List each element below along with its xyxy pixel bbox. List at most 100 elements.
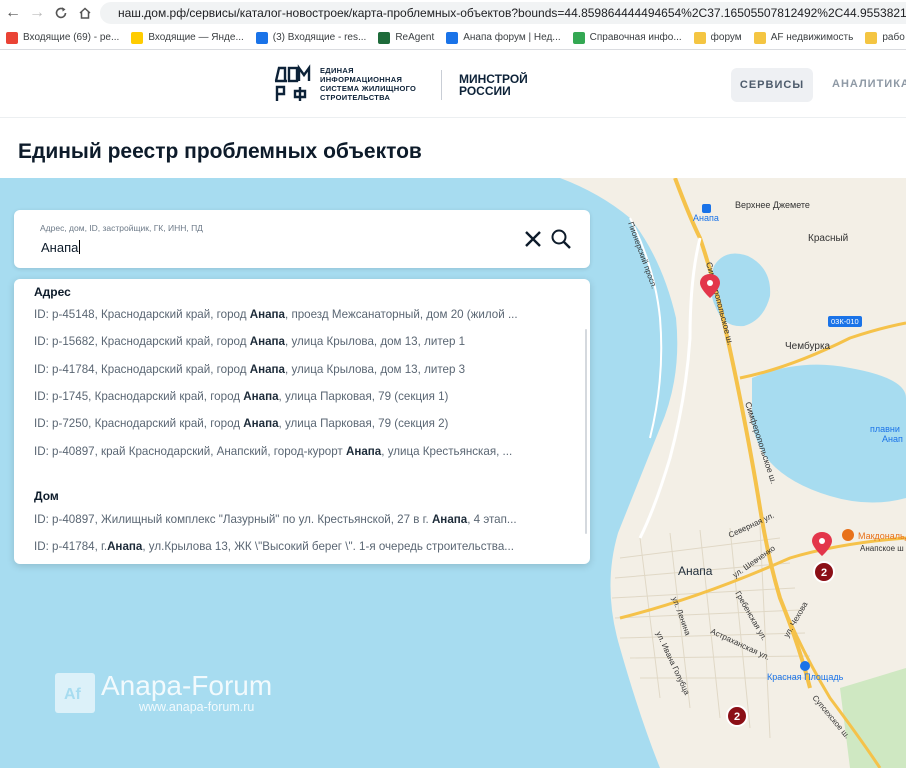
folder-icon bbox=[753, 31, 766, 44]
map-label: Чембурка bbox=[785, 340, 831, 352]
watermark-subtitle: www.anapa-forum.ru bbox=[139, 700, 255, 714]
search-box[interactable]: Адрес, дом, ID, застройщик, ГК, ИНН, ПД … bbox=[14, 210, 590, 268]
map-label: Анапское ш bbox=[860, 544, 904, 553]
suggestions-dropdown: Адрес Дом ID: p-45148, Краснодарский кра… bbox=[14, 279, 590, 564]
ministry-logo: МИНСТРОЙ РОССИИ bbox=[459, 73, 528, 97]
map-label: Анапа bbox=[678, 564, 713, 578]
map-label: Макдональд bbox=[858, 531, 906, 541]
scrollbar[interactable] bbox=[585, 329, 587, 534]
ministry-line: РОССИИ bbox=[459, 84, 511, 98]
poi-icon[interactable] bbox=[800, 661, 810, 671]
address-bar[interactable]: наш.дом.рф/сервисы/каталог-новостроек/ка… bbox=[100, 2, 906, 24]
dom-rf-logo[interactable] bbox=[274, 64, 312, 104]
suggestion-text: ID: p-40897, Жилищный комплекс "Лазурный… bbox=[34, 513, 432, 526]
search-input[interactable]: Анапа bbox=[41, 240, 81, 255]
bookmark-label: форум bbox=[710, 32, 742, 43]
bookmarks-bar: Входящие (69) - ре... Входящие — Янде... (… bbox=[0, 26, 906, 50]
bookmark-item[interactable]: Справочная инфо... bbox=[572, 31, 682, 44]
logo-line: СТРОИТЕЛЬСТВА bbox=[320, 93, 391, 102]
bookmark-item[interactable]: форум bbox=[693, 31, 742, 44]
close-icon[interactable] bbox=[523, 229, 543, 249]
suggestion-item[interactable]: ID: p-15682, Краснодарский край, город А… bbox=[34, 335, 564, 348]
browser-toolbar: ← → наш.дом.рф/сервисы/каталог-новострое… bbox=[0, 0, 906, 26]
suggestion-text: , ул.Крылова 13, ЖК \"Высокий берег \". … bbox=[142, 540, 514, 554]
bookmark-item[interactable]: Анапа форум | Нед... bbox=[446, 31, 561, 44]
suggestion-text: , улица Крылова, дом 13, литер 1 bbox=[285, 335, 466, 349]
forward-button[interactable]: → bbox=[26, 2, 48, 24]
logo-line: СИСТЕМА ЖИЛИЩНОГО bbox=[320, 84, 417, 93]
suggestion-match: Анапа bbox=[243, 417, 279, 431]
folder-icon bbox=[693, 31, 706, 44]
search-icon[interactable] bbox=[550, 228, 572, 250]
map-label: Анап bbox=[882, 434, 903, 444]
suggestion-text: ID: p-45148, Краснодарский край, город bbox=[34, 308, 250, 321]
suggestion-item[interactable]: ID: p-1745, Краснодарский край, город Ан… bbox=[34, 390, 564, 403]
watermark-logo-text: Af bbox=[64, 686, 82, 703]
house-heading: Дом bbox=[34, 489, 59, 503]
search-value: Анапа bbox=[41, 240, 79, 255]
suggestion-text: ID: p-1745, Краснодарский край, город bbox=[34, 389, 244, 403]
suggestion-match: Анапа bbox=[249, 335, 285, 349]
screen: ← → наш.дом.рф/сервисы/каталог-новострое… bbox=[0, 0, 906, 768]
analytics-link[interactable]: АНАЛИТИКА bbox=[832, 78, 906, 90]
watermark-title: Anapa-Forum bbox=[101, 670, 273, 701]
suggestion-match: Анапа bbox=[345, 444, 382, 458]
folder-icon bbox=[865, 31, 878, 44]
outlook-icon bbox=[255, 31, 268, 44]
bookmark-item[interactable]: AF недвижимость bbox=[753, 31, 853, 44]
text-caret bbox=[79, 240, 81, 254]
reload-button[interactable] bbox=[50, 2, 72, 24]
bookmark-label: (3) Входящие - res... bbox=[272, 32, 367, 43]
arrow-left-icon: ← bbox=[5, 4, 21, 21]
logo-line: ИНФОРМАЦИОННАЯ bbox=[320, 75, 403, 84]
bookmark-item[interactable]: (3) Входящие - res... bbox=[255, 31, 367, 44]
cluster-marker[interactable]: 2 bbox=[813, 561, 835, 583]
suggestion-text: ID: p-41784, г. bbox=[34, 540, 108, 554]
bookmark-label: ReAgent bbox=[395, 32, 435, 43]
mail-icon bbox=[131, 31, 144, 44]
site-header: ЕДИНАЯ ИНФОРМАЦИОННАЯ СИСТЕМА ЖИЛИЩНОГО … bbox=[0, 50, 906, 118]
map-label: плавни bbox=[870, 424, 900, 434]
suggestion-match: Анапа bbox=[243, 389, 279, 403]
bookmark-label: Анапа форум | Нед... bbox=[463, 32, 561, 43]
suggestion-text: , улица Парковая, 79 (секция 1) bbox=[278, 389, 449, 403]
search-label: Адрес, дом, ID, застройщик, ГК, ИНН, ПД bbox=[40, 223, 203, 233]
cafe-icon[interactable] bbox=[842, 529, 854, 541]
suggestion-item[interactable]: ID: p-41784, Краснодарский край, город А… bbox=[34, 363, 564, 376]
suggestion-item[interactable]: ID: p-7250, Краснодарский край, город Ан… bbox=[34, 417, 564, 430]
map-label: Красная Площадь bbox=[767, 672, 844, 682]
reagent-icon bbox=[378, 31, 391, 44]
suggestion-text: ID: p-7250, Краснодарский край, город bbox=[34, 417, 244, 431]
road-code-label: 03К-010 bbox=[831, 317, 859, 326]
cluster-count: 2 bbox=[821, 567, 827, 579]
map-label: Верхнее Джемете bbox=[735, 200, 810, 210]
services-button[interactable]: СЕРВИСЫ bbox=[731, 68, 813, 102]
suggestion-item[interactable]: ID: p-40897, Жилищный комплекс "Лазурный… bbox=[34, 513, 564, 526]
bookmark-item[interactable]: рабо bbox=[865, 31, 905, 44]
gmail-icon bbox=[6, 31, 18, 44]
suggestion-text: , улица Крестьянская, ... bbox=[381, 444, 513, 458]
suggestion-match: Анапа bbox=[249, 362, 285, 376]
suggestion-text: , улица Парковая, 79 (секция 2) bbox=[278, 417, 449, 431]
suggestion-match: Анапа bbox=[431, 513, 468, 526]
bookmark-item[interactable]: ReAgent bbox=[378, 31, 435, 44]
bookmark-item[interactable]: Входящие (69) - ре... bbox=[6, 31, 119, 44]
back-button[interactable]: ← bbox=[2, 2, 24, 24]
suggestion-match: Анапа bbox=[107, 540, 143, 554]
suggestion-item[interactable]: ID: p-41784, г.Анапа, ул.Крылова 13, ЖК … bbox=[34, 540, 564, 553]
cluster-marker[interactable]: 2 bbox=[726, 705, 748, 727]
arrow-right-icon: → bbox=[29, 4, 45, 21]
bookmark-label: Входящие — Янде... bbox=[148, 32, 244, 43]
logo-divider bbox=[441, 70, 442, 100]
suggestion-text: ID: p-41784, Краснодарский край, город bbox=[34, 362, 250, 376]
bookmark-item[interactable]: Входящие — Янде... bbox=[131, 31, 244, 44]
map-label: Анапа bbox=[693, 213, 719, 223]
suggestion-item[interactable]: ID: p-45148, Краснодарский край, город А… bbox=[34, 308, 564, 321]
suggestion-match: Анапа bbox=[249, 308, 285, 321]
airport-icon[interactable] bbox=[702, 204, 711, 213]
bookmark-label: рабо bbox=[882, 32, 905, 43]
suggestion-item[interactable]: ID: p-40897, край Краснодарский, Анапски… bbox=[34, 445, 564, 458]
home-button[interactable] bbox=[74, 2, 96, 24]
suggestion-text: , улица Крылова, дом 13, литер 3 bbox=[285, 362, 466, 376]
url-text: наш.дом.рф/сервисы/каталог-новостроек/ка… bbox=[118, 6, 906, 20]
